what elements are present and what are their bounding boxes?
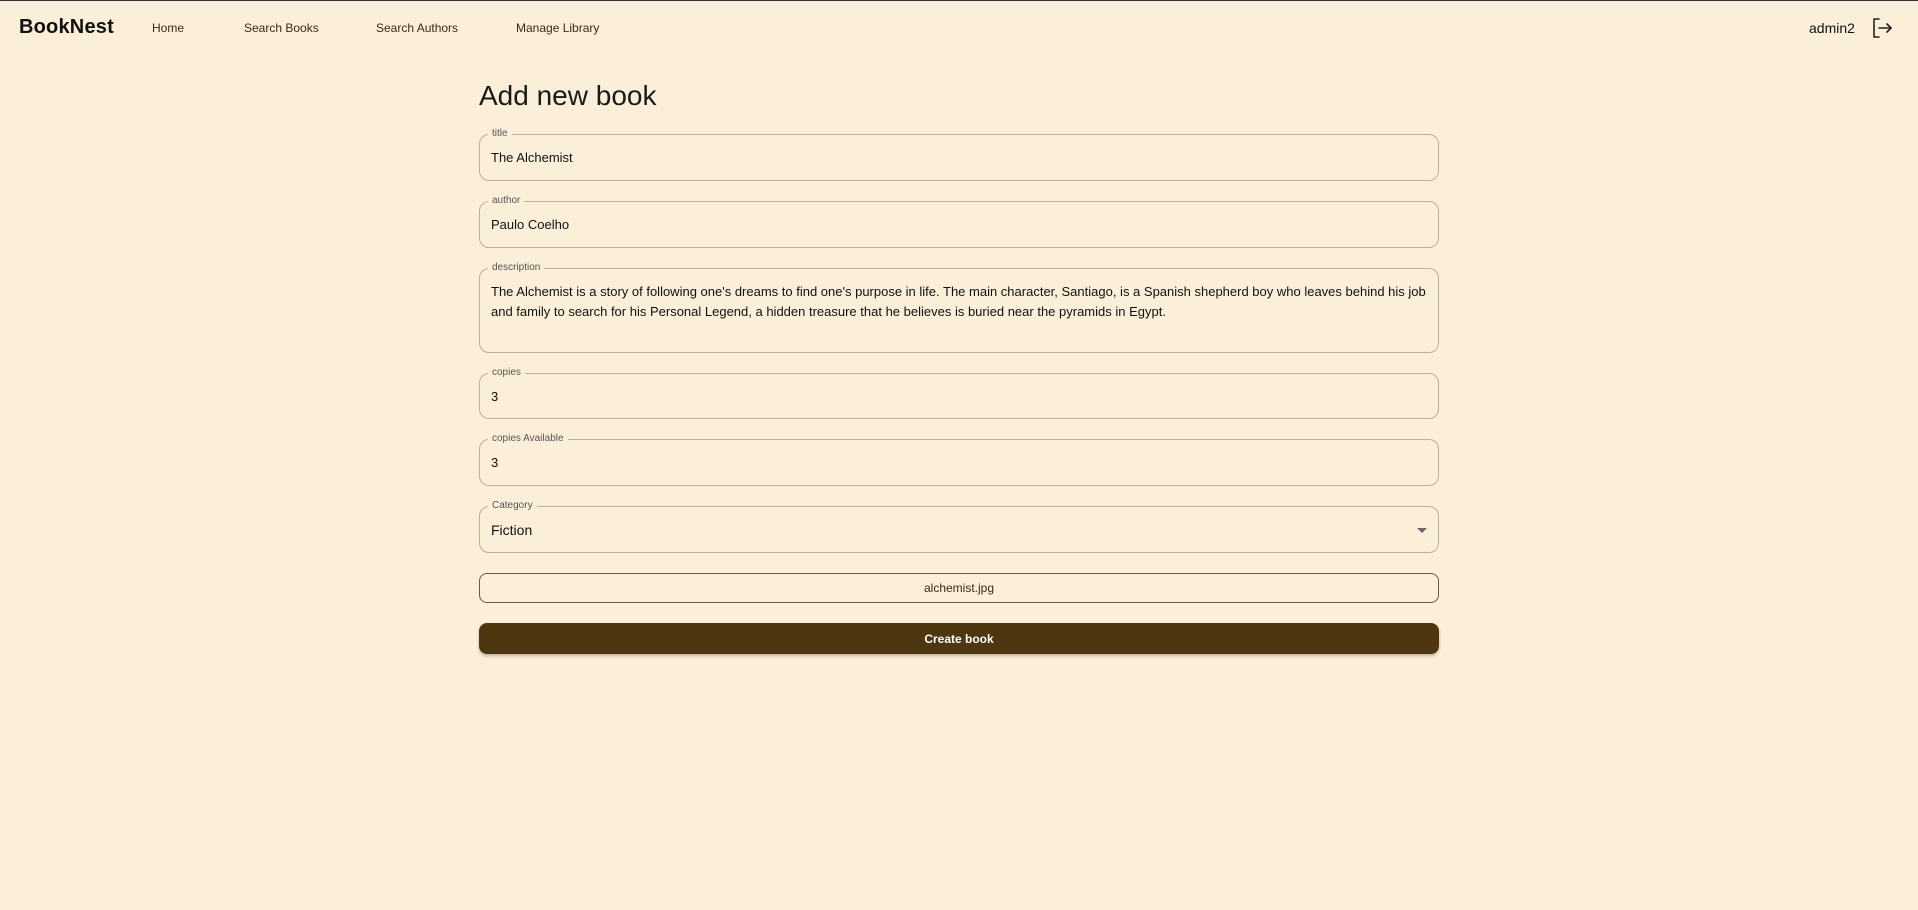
brand-logo[interactable]: BookNest: [19, 16, 114, 39]
category-select[interactable]: Category Fiction: [479, 499, 1439, 553]
create-book-button[interactable]: Create book: [479, 623, 1439, 654]
nav-search-books[interactable]: Search Books: [244, 21, 319, 35]
top-navbar: BookNest Home Search Books Search Author…: [0, 0, 1918, 54]
logout-icon[interactable]: [1870, 16, 1894, 40]
description-field[interactable]: description The Alchemist is a story of …: [479, 261, 1439, 353]
copies-available-field-label: copies Available: [488, 432, 568, 446]
page-title: Add new book: [479, 80, 657, 111]
copies-field-value[interactable]: 3: [491, 374, 498, 418]
upload-image-button[interactable]: alchemist.jpg: [479, 573, 1439, 603]
description-field-label: description: [488, 261, 545, 275]
copies-available-field-value[interactable]: 3: [491, 440, 498, 485]
nav-home[interactable]: Home: [152, 21, 184, 35]
copies-available-field[interactable]: copies Available 3: [479, 432, 1439, 486]
category-select-value[interactable]: Fiction: [491, 507, 532, 552]
author-field-value[interactable]: Paulo Coelho: [491, 202, 569, 247]
title-field[interactable]: title The Alchemist: [479, 127, 1439, 181]
description-field-value[interactable]: The Alchemist is a story of following on…: [491, 282, 1427, 322]
copies-field[interactable]: copies 3: [479, 366, 1439, 419]
nav-search-authors[interactable]: Search Authors: [376, 21, 458, 35]
author-field[interactable]: author Paulo Coelho: [479, 194, 1439, 248]
title-field-value[interactable]: The Alchemist: [491, 135, 573, 180]
username-label: admin2: [1809, 20, 1855, 36]
nav-manage-library[interactable]: Manage Library: [516, 21, 599, 35]
chevron-down-icon[interactable]: [1417, 528, 1427, 533]
